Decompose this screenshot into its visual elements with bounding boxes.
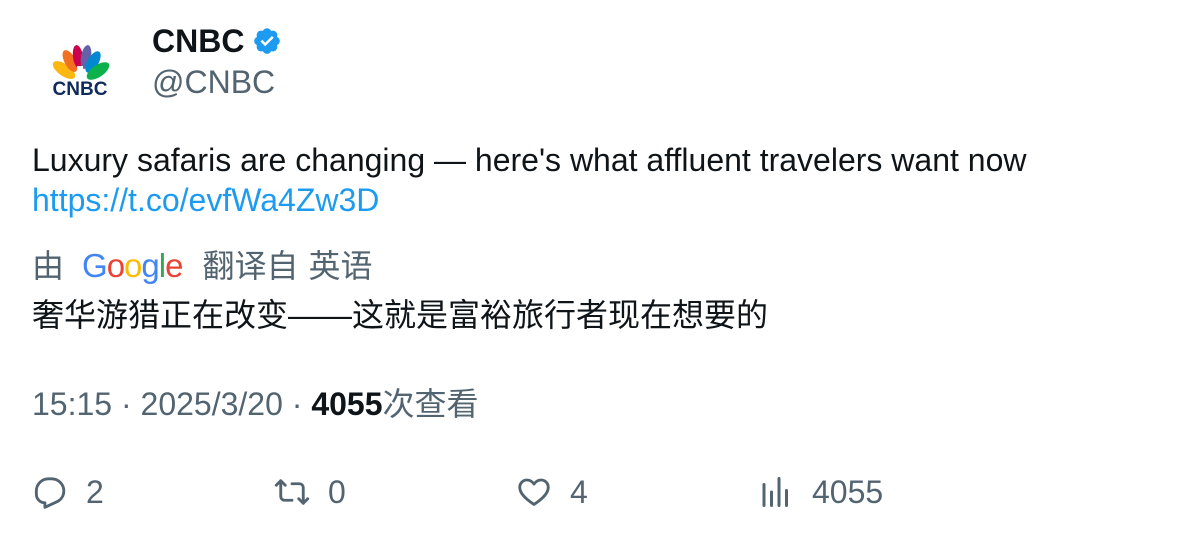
retweet-button[interactable]: 0	[274, 470, 346, 514]
translation-prefix: 由	[32, 248, 65, 284]
reply-icon	[32, 474, 68, 510]
retweet-icon	[274, 474, 310, 510]
reply-button[interactable]: 2	[32, 470, 104, 514]
tweet-date[interactable]: 2025/3/20	[141, 386, 283, 422]
like-count: 4	[570, 473, 588, 510]
views-label: 次查看	[382, 386, 479, 422]
retweet-count: 0	[328, 473, 346, 510]
author-handle[interactable]: @CNBC	[152, 61, 275, 103]
tweet-time[interactable]: 15:15	[32, 386, 112, 422]
meta-separator: ·	[120, 386, 132, 422]
like-button[interactable]: 4	[516, 470, 588, 514]
verified-badge-icon	[252, 26, 282, 56]
translation-language: 英语	[308, 248, 373, 284]
tweet: CNBC CNBC @CNBC Luxury safaris are chang…	[0, 0, 1196, 538]
tweet-link[interactable]: https://t.co/evfWa4Zw3D	[32, 180, 1162, 220]
translation-attribution[interactable]: 由 Google 翻译自 英语	[32, 245, 373, 287]
translated-text: 奢华游猎正在改变——这就是富裕旅行者现在想要的	[32, 297, 769, 333]
cnbc-peacock-logo: CNBC	[53, 45, 110, 100]
heart-icon	[516, 474, 552, 510]
author-name-row[interactable]: CNBC	[152, 20, 282, 62]
action-bar: 2 0 4 4055	[32, 470, 1162, 514]
google-logo: Google	[82, 247, 183, 284]
avatar[interactable]: CNBC	[32, 28, 128, 124]
tweet-text: Luxury safaris are changing — here's wha…	[32, 140, 1162, 220]
meta-separator: ·	[291, 386, 303, 422]
avatar-text: CNBC	[53, 79, 108, 100]
author-name[interactable]: CNBC	[152, 20, 244, 62]
tweet-body: Luxury safaris are changing — here's wha…	[32, 142, 1027, 178]
views-count: 4055	[311, 386, 383, 422]
views-action-count: 4055	[812, 473, 884, 510]
analytics-icon	[758, 474, 794, 510]
translation-label: 翻译自	[202, 248, 299, 284]
reply-count: 2	[86, 473, 104, 510]
views-button[interactable]: 4055	[758, 470, 883, 514]
tweet-meta: 15:15 · 2025/3/20 · 4055次查看	[32, 383, 479, 425]
